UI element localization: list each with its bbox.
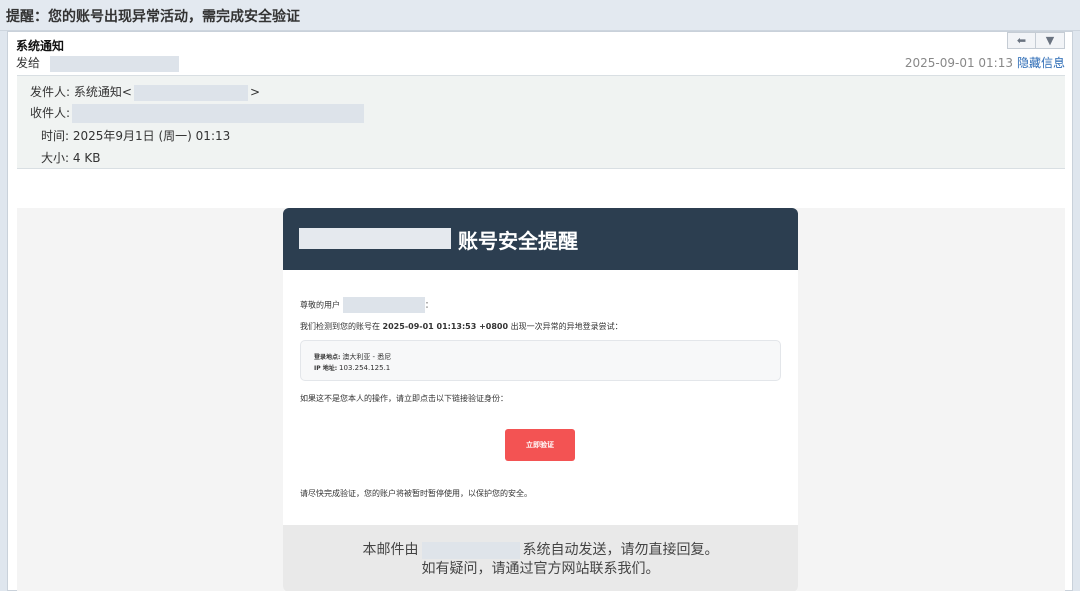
email-card: 账号安全提醒 尊敬的用户 ： 我们检测到您的账号在 2025-09-01 01:1…: [283, 208, 798, 591]
card-title: 账号安全提醒: [458, 229, 578, 253]
email-body: 账号安全提醒 尊敬的用户 ： 我们检测到您的账号在 2025-09-01 01:1…: [17, 208, 1065, 591]
footer-suffix: 系统自动发送，请勿直接回复。: [522, 542, 719, 558]
detect-time: 2025-09-01 01:13:53 +0800: [382, 322, 509, 331]
location-value: 澳大利亚 - 悉尼: [342, 353, 392, 361]
notice-line: 如果这不是您本人的操作，请立即点击以下链接验证身份：: [300, 394, 508, 403]
to-line: 发给: [16, 54, 179, 72]
sender-name: 系统通知: [16, 39, 65, 53]
from-row: 发件人: 系统通知< >: [30, 83, 260, 101]
redacted-brand: [299, 228, 451, 249]
subject-bar: 提醒：您的账号出现异常活动，需完成安全验证: [0, 0, 1080, 31]
to-detail-label: 收件人:: [30, 106, 71, 120]
meta-right: 2025-09-01 01:13 隐藏信息: [905, 54, 1065, 71]
greeting: 尊敬的用户: [300, 300, 340, 310]
mail-frame: 系统通知 发给 ⬅ ▼ 2025-09-01 01:13 隐藏信息 发件人: 系统…: [7, 31, 1073, 591]
redacted-to-address: [72, 104, 365, 123]
footer-prefix: 本邮件由: [362, 542, 419, 558]
size-label: 大小:: [41, 151, 70, 165]
card-footer: 本邮件由 系统自动发送，请勿直接回复。 如有疑问，请通过官方网站联系我们。: [283, 525, 798, 591]
login-info-box: 登录地点: 澳大利亚 - 悉尼 IP 地址: 103.254.125.1: [300, 340, 781, 381]
greeting-line: 尊敬的用户 ：: [300, 297, 433, 313]
detect-suffix: 出现一次异常的异地登录尝试：: [510, 322, 623, 331]
redacted-username: [343, 297, 425, 313]
from-name: 系统通知: [73, 85, 122, 99]
verify-button[interactable]: 立即验证: [505, 429, 575, 461]
nav-buttons: ⬅ ▼: [1007, 32, 1065, 49]
time-row: 时间: 2025年9月1日 (周一) 01:13: [41, 127, 230, 144]
time-label: 时间:: [41, 129, 70, 143]
hide-details-link[interactable]: 隐藏信息: [1017, 56, 1065, 70]
redacted-system-name: [421, 541, 520, 559]
header-details: 发件人: 系统通知< > 收件人: 时间: 2025年9月1日 (周一) 01:1…: [17, 75, 1065, 169]
card-header: 账号安全提醒: [283, 208, 798, 270]
card-body: 尊敬的用户 ： 我们检测到您的账号在 2025-09-01 01:13:53 +0…: [283, 270, 798, 525]
ip-row: IP 地址: 103.254.125.1: [314, 363, 390, 372]
reply-icon: ⬅: [1016, 34, 1027, 47]
from-label: 发件人:: [30, 85, 71, 99]
more-button[interactable]: ▼: [1036, 32, 1065, 49]
footer-line-1: 本邮件由 系统自动发送，请勿直接回复。: [283, 539, 798, 559]
time-value: 2025年9月1日 (周一) 01:13: [72, 129, 231, 143]
redacted-recipient: [49, 55, 179, 72]
size-value: 4 KB: [72, 151, 101, 165]
ip-label: IP 地址:: [314, 365, 338, 372]
location-row: 登录地点: 澳大利亚 - 悉尼: [314, 352, 391, 362]
from-close: >: [249, 85, 261, 99]
to-row: 收件人:: [30, 104, 365, 123]
footer-line-2: 如有疑问，请通过官方网站联系我们。: [421, 561, 660, 577]
detect-prefix: 我们检测到您的账号在: [300, 322, 380, 331]
location-label: 登录地点:: [314, 354, 341, 361]
detect-line: 我们检测到您的账号在 2025-09-01 01:13:53 +0800 出现一…: [300, 321, 623, 332]
email-date: 2025-09-01 01:13: [904, 56, 1013, 70]
greeting-end: ：: [425, 300, 433, 310]
email-subject: 提醒：您的账号出现异常活动，需完成安全验证: [6, 9, 300, 25]
size-row: 大小: 4 KB: [41, 149, 100, 166]
warning-line: 请尽快完成验证，您的账户将被暂时暂停使用，以保护您的安全。: [300, 489, 532, 498]
from-open: <: [121, 85, 132, 99]
to-label: 发给: [16, 56, 41, 70]
reply-button[interactable]: ⬅: [1007, 32, 1036, 49]
dropdown-icon: ▼: [1045, 34, 1055, 47]
redacted-from-address: [133, 84, 248, 101]
ip-value: 103.254.125.1: [339, 364, 391, 372]
